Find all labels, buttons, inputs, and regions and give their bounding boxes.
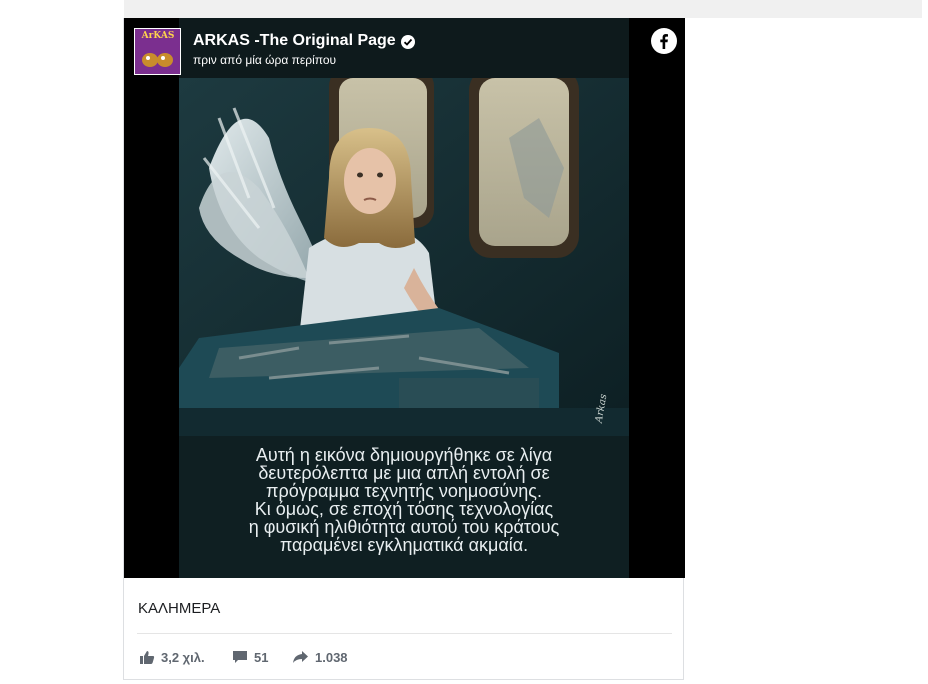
image-caption-area: Αυτή η εικόνα δημιουργήθηκε σε λίγα δευτ… <box>179 436 629 578</box>
comments-count[interactable]: 51 <box>232 648 268 666</box>
post-text: ΚΑΛΗΜΕΡΑ <box>138 600 221 617</box>
page-avatar[interactable]: ArKAS <box>134 28 181 75</box>
likes-value: 3,2 χιλ. <box>161 649 205 665</box>
comments-value: 51 <box>254 649 269 665</box>
illustration-svg <box>179 78 629 436</box>
angel-girl-illustration <box>179 78 629 436</box>
avatar-birds-icon <box>142 53 173 67</box>
poster-image: Arkas Αυτή η εικόνα δημιουργήθηκε σε λίγ… <box>179 18 629 578</box>
comment-bubble-icon <box>233 651 247 663</box>
verified-badge-icon <box>401 35 415 49</box>
page-name-link[interactable]: ARKAS -The Original Page <box>193 32 396 50</box>
thumbs-up-icon <box>140 651 155 664</box>
image-caption: Αυτή η εικόνα δημιουργήθηκε σε λίγα δευτ… <box>248 445 560 555</box>
post-image[interactable]: Arkas Αυτή η εικόνα δημιουργήθηκε σε λίγ… <box>124 18 685 578</box>
facebook-logo-icon[interactable] <box>651 28 677 54</box>
share-arrow-icon <box>293 651 308 663</box>
post-timestamp[interactable]: πριν από μία ώρα περίπου <box>193 53 336 67</box>
facebook-post-embed: Arkas Αυτή η εικόνα δημιουργήθηκε σε λίγ… <box>123 18 685 680</box>
top-bar <box>124 0 922 18</box>
shares-value: 1.038 <box>315 649 348 665</box>
shares-count[interactable]: 1.038 <box>292 648 348 666</box>
likes-count[interactable]: 3,2 χιλ. <box>139 648 205 666</box>
divider <box>137 633 672 634</box>
